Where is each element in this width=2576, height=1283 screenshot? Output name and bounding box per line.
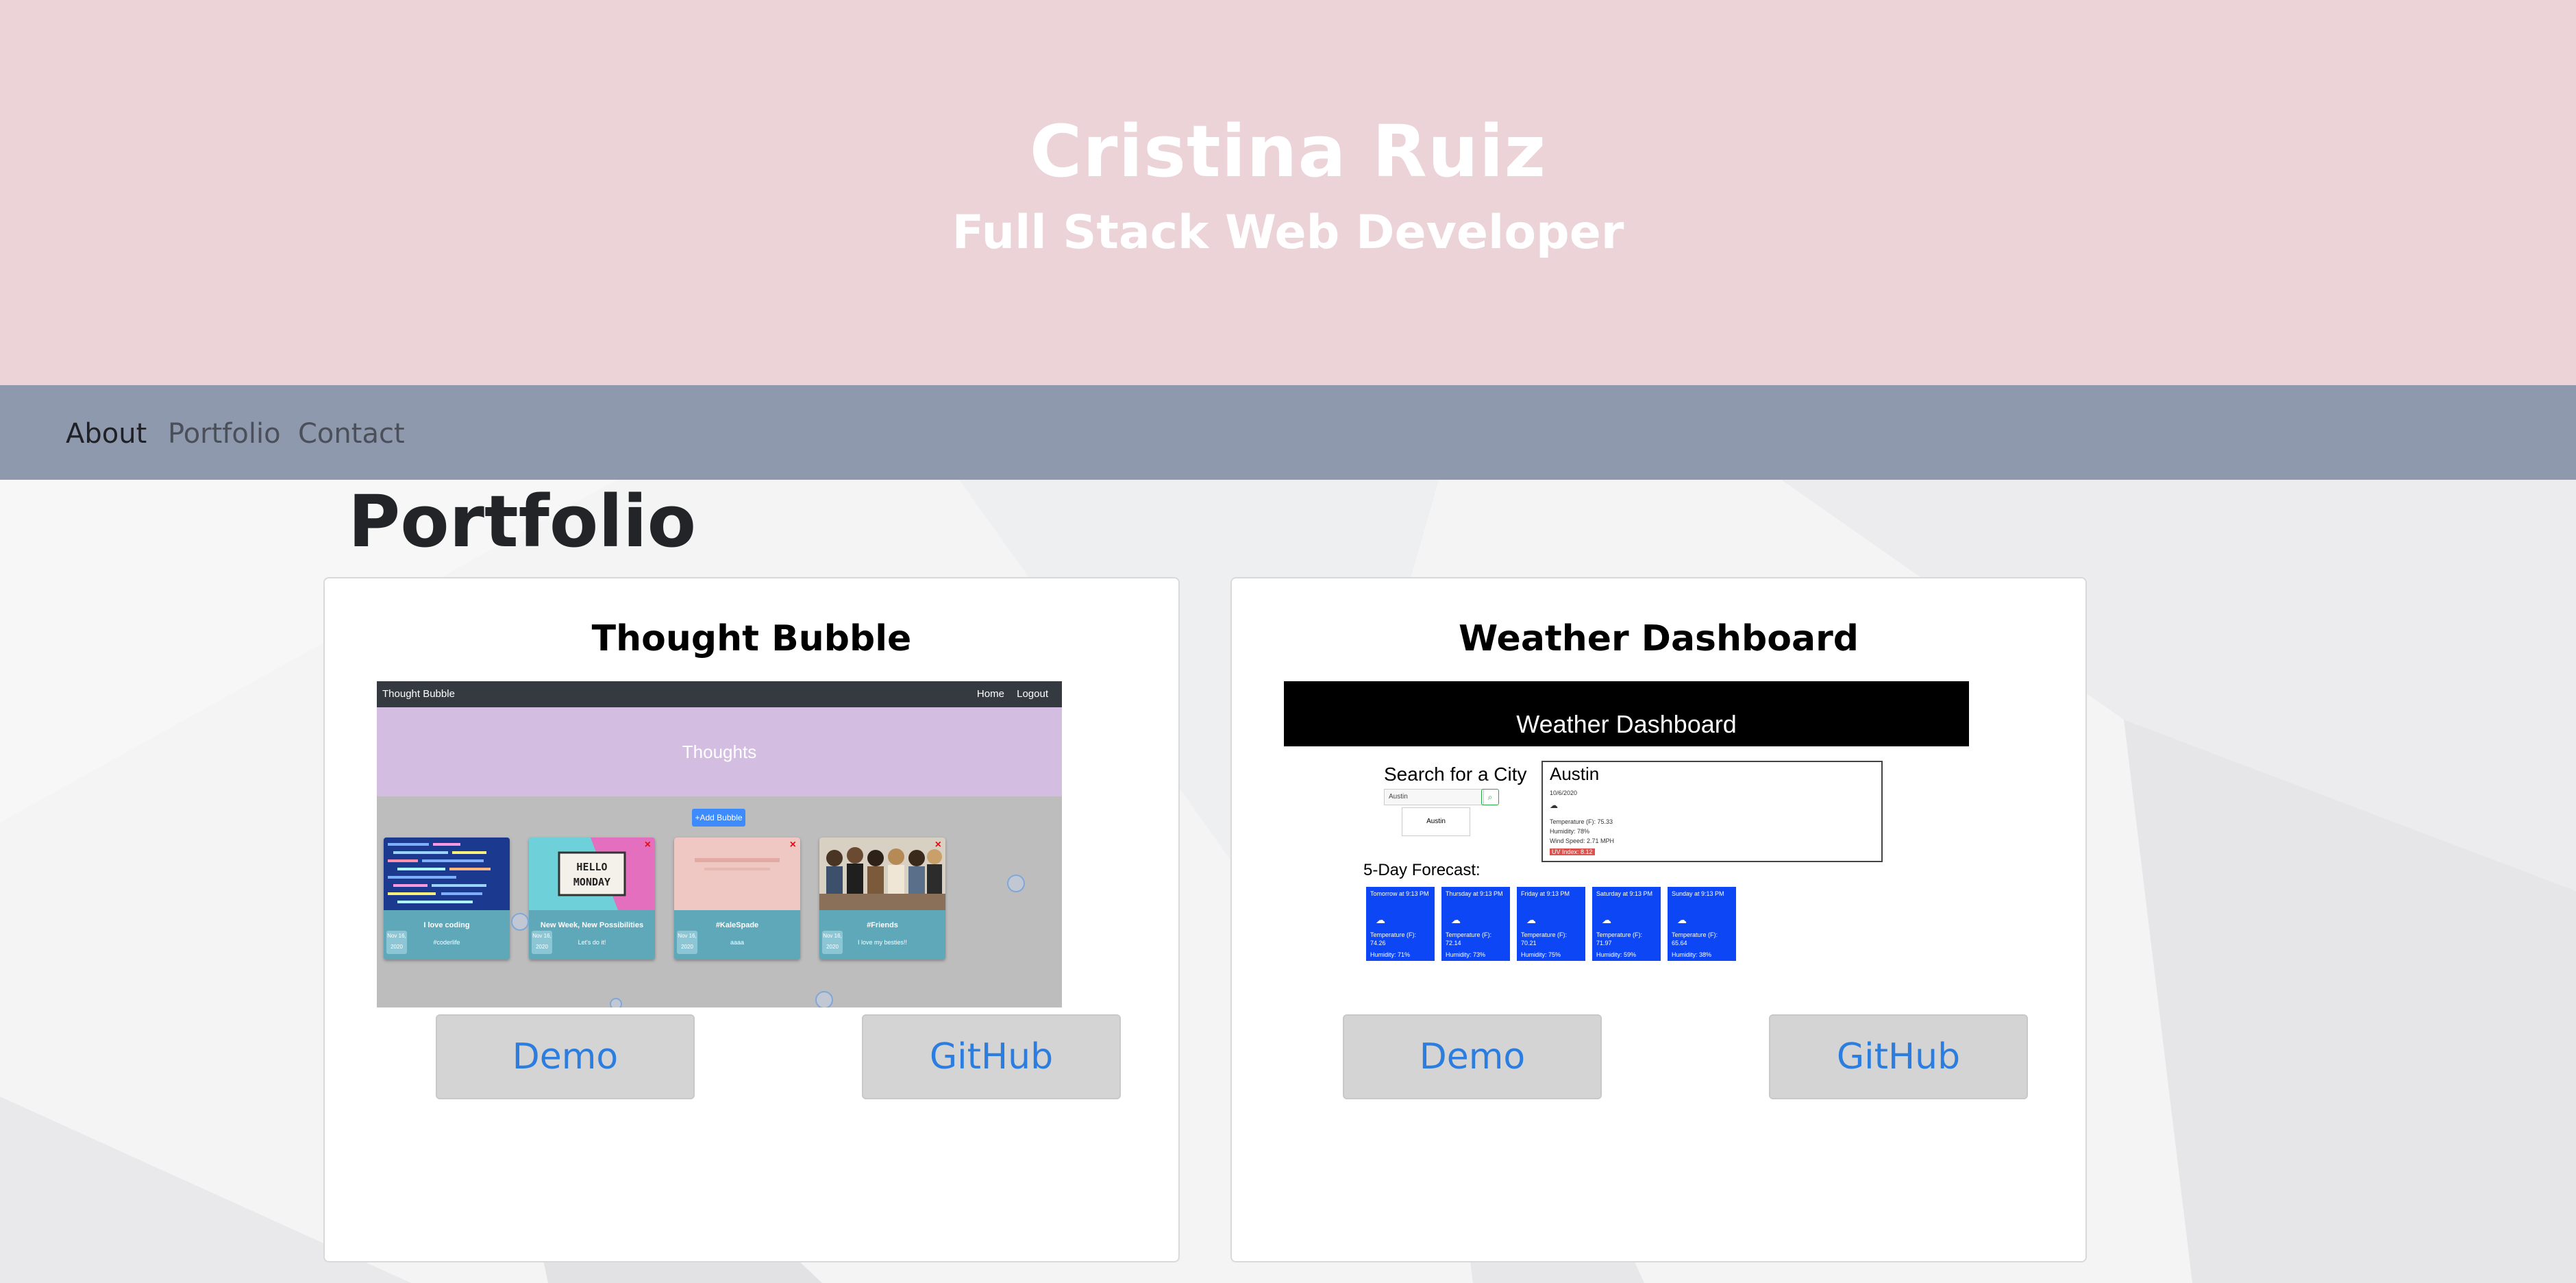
- demo-button[interactable]: Demo: [436, 1014, 695, 1099]
- hero-name: Cristina Ruiz: [1029, 110, 1547, 193]
- screenshot-thought-card: × #Friends I love my besties!! Nov 16, 2…: [819, 838, 945, 960]
- hero-header: Cristina Ruiz Full Stack Web Developer: [0, 0, 2576, 385]
- forecast-when: Thursday at 9:13 PM: [1446, 890, 1503, 897]
- screenshot-link-home: Home: [976, 688, 1004, 700]
- close-icon: ×: [934, 839, 941, 851]
- screenshot-hero: Thoughts: [377, 707, 1062, 796]
- weather-icon: ☁: [1550, 801, 1558, 810]
- bubble-decoration: [815, 991, 833, 1007]
- bubble-decoration: [610, 998, 622, 1007]
- current-date: 10/6/2020: [1550, 790, 1578, 796]
- forecast-humidity: Humidity: 71%: [1370, 951, 1411, 958]
- screenshot-link-logout: Logout: [1017, 688, 1048, 700]
- screenshot-search-input: Austin: [1384, 789, 1484, 805]
- thought-date: Nov 16, 2020: [822, 931, 843, 954]
- project-title: Weather Dashboard: [1459, 618, 1859, 659]
- weather-icon: ☁: [1677, 914, 1687, 925]
- forecast-humidity: Humidity: 59%: [1596, 951, 1637, 958]
- forecast-temp: Temperature (F): 72.14: [1446, 931, 1492, 946]
- forecast-temp: Temperature (F): 70.21: [1521, 931, 1568, 946]
- project-card-weather-dashboard: Weather Dashboard Weather Dashboard Sear…: [1230, 577, 2087, 1262]
- project-title: Thought Bubble: [591, 618, 912, 659]
- forecast-when: Sunday at 9:13 PM: [1672, 890, 1724, 897]
- current-city: Austin: [1550, 763, 1600, 784]
- thought-date: Nov 16, 2020: [386, 931, 407, 954]
- code-image: [384, 838, 510, 910]
- project-screenshot: Thought Bubble Home Logout Thoughts +Add…: [377, 681, 1062, 1007]
- search-icon: ⌕: [1481, 789, 1499, 805]
- weather-icon: ☁: [1376, 914, 1385, 925]
- current-uv: UV Index: 8.12: [1550, 848, 1595, 855]
- portfolio-heading: Portfolio: [348, 480, 697, 563]
- close-icon: ×: [789, 839, 796, 851]
- bubble-decoration: [511, 913, 529, 931]
- screenshot-search-title: Search for a City: [1384, 763, 1527, 785]
- thought-caption: #KaleSpade: [715, 921, 759, 929]
- forecast-day: Sunday at 9:13 PM ☁ Temperature (F): 65.…: [1668, 887, 1736, 961]
- bubble-decoration: [1007, 875, 1025, 892]
- screenshot-thought-card: HELLO MONDAY × New Week, New Possibiliti…: [529, 838, 655, 960]
- current-wind: Wind Speed: 2.71 MPH: [1550, 838, 1615, 844]
- close-icon: ×: [644, 839, 651, 851]
- screenshot-thought-card: × #KaleSpade aaaa Nov 16, 2020: [674, 838, 800, 960]
- lightbox-line-1: HELLO: [576, 861, 607, 873]
- forecast-day: Thursday at 9:13 PM ☁ Temperature (F): 7…: [1441, 887, 1510, 961]
- hero-title: Full Stack Web Developer: [952, 206, 1624, 260]
- thought-caption: I love coding: [423, 921, 470, 929]
- screenshot-navbar: Thought Bubble Home Logout: [377, 681, 1062, 707]
- main-nav: About Portfolio Contact: [0, 385, 2576, 480]
- screenshot-add-button: +Add Bubble: [692, 809, 745, 827]
- screenshot-forecast-title: 5-Day Forecast:: [1363, 861, 1481, 879]
- screenshot-current-weather: Austin 10/6/2020 ☁ Temperature (F): 75.3…: [1541, 761, 1883, 862]
- forecast-humidity: Humidity: 38%: [1672, 951, 1712, 958]
- weather-icon: ☁: [1602, 914, 1611, 925]
- forecast-temp: Temperature (F): 74.26: [1370, 931, 1417, 946]
- thought-caption: New Week, New Possibilities: [540, 921, 644, 929]
- lightbox-line-2: MONDAY: [573, 876, 610, 888]
- forecast-humidity: Humidity: 73%: [1446, 951, 1486, 958]
- forecast-when: Saturday at 9:13 PM: [1596, 890, 1653, 897]
- friends-image: [819, 838, 945, 910]
- forecast-humidity: Humidity: 75%: [1521, 951, 1561, 958]
- github-button[interactable]: GitHub: [1769, 1014, 2028, 1099]
- forecast-temp: Temperature (F): 65.64: [1672, 931, 1718, 946]
- thought-caption: #Friends: [867, 921, 898, 929]
- screenshot-thought-card: I love coding #coderlife Nov 16, 2020: [384, 838, 510, 960]
- current-humidity: Humidity: 78%: [1550, 828, 1590, 835]
- nav-contact[interactable]: Contact: [298, 418, 405, 450]
- thought-date: Nov 16, 2020: [677, 931, 697, 954]
- kate-spade-image: [674, 838, 800, 910]
- forecast-day: Tomorrow at 9:13 PM ☁ Temperature (F): 7…: [1366, 887, 1435, 961]
- weather-icon: ☁: [1451, 914, 1461, 925]
- forecast-temp: Temperature (F): 71.97: [1596, 931, 1643, 946]
- project-screenshot: Weather Dashboard Search for a City Aust…: [1284, 681, 1969, 969]
- nav-about[interactable]: About: [66, 418, 147, 450]
- screenshot-brand: Thought Bubble: [382, 688, 455, 700]
- project-card-thought-bubble: Thought Bubble Thought Bubble Home Logou…: [323, 577, 1180, 1262]
- screenshot-city-button: Austin: [1402, 807, 1470, 836]
- current-temperature: Temperature (F): 75.33: [1550, 818, 1613, 825]
- github-button[interactable]: GitHub: [862, 1014, 1121, 1099]
- forecast-day: Saturday at 9:13 PM ☁ Temperature (F): 7…: [1592, 887, 1661, 961]
- forecast-when: Tomorrow at 9:13 PM: [1370, 890, 1429, 897]
- forecast-day: Friday at 9:13 PM ☁ Temperature (F): 70.…: [1517, 887, 1585, 961]
- weather-icon: ☁: [1526, 914, 1536, 925]
- demo-button[interactable]: Demo: [1343, 1014, 1602, 1099]
- nav-portfolio[interactable]: Portfolio: [168, 418, 281, 450]
- forecast-when: Friday at 9:13 PM: [1521, 890, 1570, 897]
- thought-date: Nov 16, 2020: [532, 931, 552, 954]
- screenshot-header: Weather Dashboard: [1284, 681, 1969, 746]
- hello-monday-image: HELLO MONDAY: [529, 838, 655, 910]
